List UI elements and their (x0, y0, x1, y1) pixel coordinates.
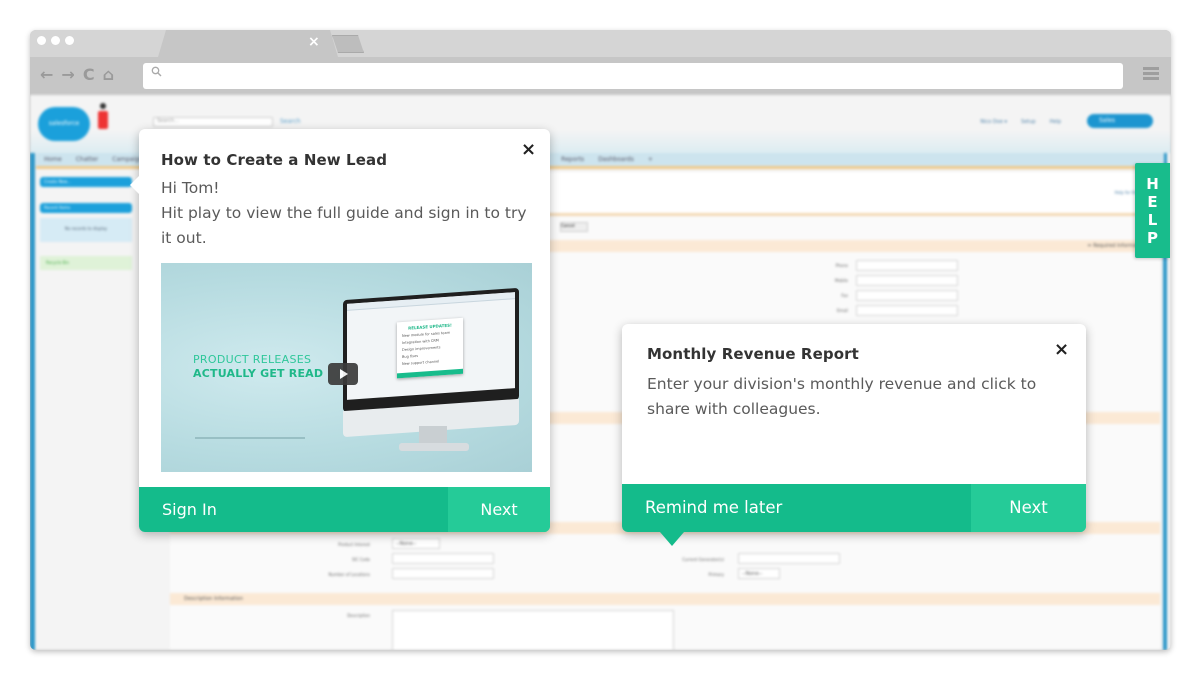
primary-select[interactable]: --None-- (738, 568, 780, 579)
sic-code-input[interactable] (392, 553, 494, 564)
tooltip-body: Hi Tom! Hit play to view the full guide … (161, 176, 531, 251)
field-label: Email (836, 308, 848, 313)
monitor-screen: RELEASE UPDATES! New module for sales te… (347, 292, 515, 400)
frame-border-left (30, 153, 35, 650)
product-interest-select[interactable]: --None-- (392, 538, 440, 549)
app-sidebar: Create New... Recent Items No records to… (36, 172, 136, 284)
app-search-button[interactable]: Search (280, 118, 301, 125)
nav-tab[interactable]: Home (44, 153, 62, 166)
tab-close-icon[interactable]: × (308, 34, 320, 50)
release-updates-popup: RELEASE UPDATES! New module for sales te… (397, 317, 463, 379)
play-icon[interactable] (328, 363, 358, 385)
home-icon[interactable]: ⌂ (103, 65, 114, 84)
remind-later-button[interactable]: Remind me later (622, 484, 971, 532)
minimize-window-dot[interactable] (51, 36, 60, 45)
guide-tooltip-new-lead: How to Create a New Lead × Hi Tom! Hit p… (130, 129, 550, 532)
field-label: Number of Locations (328, 572, 370, 577)
salesforce-logo: salesforce (38, 107, 90, 141)
back-arrow-icon[interactable]: ← (40, 65, 53, 84)
browser-toolbar: ← → C ⌂ (30, 57, 1171, 95)
next-button[interactable]: Next (971, 484, 1086, 532)
tab-bar: × (30, 30, 1171, 57)
mascot-icon (96, 103, 110, 133)
description-band: Description Information (170, 593, 1160, 605)
monitor-base (399, 443, 469, 451)
phone-input[interactable] (856, 260, 958, 271)
locations-input[interactable] (392, 568, 494, 579)
tooltip-title: How to Create a New Lead (161, 151, 388, 169)
sign-in-button[interactable]: Sign In (139, 487, 448, 532)
help-letter: E (1147, 192, 1158, 211)
app-switcher[interactable]: Sales (1087, 114, 1153, 128)
forward-arrow-icon[interactable]: → (61, 65, 74, 84)
user-links: Nico Doe ▾ Setup Help (980, 119, 1061, 125)
recent-items-header: Recent Items (40, 203, 132, 213)
tooltip-body: Enter your division's monthly revenue an… (647, 375, 1037, 418)
description-textarea[interactable] (392, 610, 674, 650)
close-window-dot[interactable] (37, 36, 46, 45)
app-search-input[interactable]: Search... (153, 117, 273, 127)
cancel-button[interactable]: Cancel (560, 222, 588, 232)
popup-item: New support channel (402, 359, 440, 367)
field-label: Product Interest (338, 542, 370, 547)
user-menu-link[interactable]: Nico Doe ▾ (980, 119, 1007, 125)
video-decor-line (195, 437, 305, 439)
tooltip-description: Hit play to view the full guide and sign… (161, 204, 527, 247)
monitor-illustration: RELEASE UPDATES! New module for sales te… (343, 287, 519, 413)
tooltip-title: Monthly Revenue Report (647, 345, 859, 363)
recycle-bin-link[interactable]: Recycle Bin (40, 256, 132, 270)
tooltip-footer: Remind me later Next (622, 484, 1086, 532)
mobile-input[interactable] (856, 275, 958, 286)
email-input[interactable] (856, 305, 958, 316)
hamburger-menu-icon[interactable] (1143, 67, 1159, 82)
video-thumbnail[interactable]: PRODUCT RELEASES ACTUALLY GET READ RELEA… (161, 263, 532, 472)
next-button[interactable]: Next (448, 487, 550, 532)
window-controls (37, 36, 74, 45)
setup-link[interactable]: Setup (1021, 119, 1036, 125)
close-icon[interactable]: × (521, 141, 536, 159)
field-label: SIC Code (351, 557, 370, 562)
maximize-window-dot[interactable] (65, 36, 74, 45)
help-tab[interactable]: H E L P (1135, 163, 1170, 258)
field-label: Fax (841, 293, 848, 298)
nav-tab[interactable]: Chatter (76, 153, 99, 166)
tooltip-footer: Sign In Next (139, 487, 550, 532)
nav-tab[interactable]: Dashboards (598, 153, 634, 166)
tooltip-greeting: Hi Tom! (161, 179, 220, 197)
reload-icon[interactable]: C (83, 65, 95, 84)
field-label: Mobile (834, 278, 848, 283)
field-label: Description (347, 613, 370, 618)
help-letter: P (1147, 228, 1158, 247)
new-tab-button[interactable] (332, 35, 364, 53)
fax-input[interactable] (856, 290, 958, 301)
help-letter: L (1147, 210, 1158, 229)
create-new-button[interactable]: Create New... (40, 177, 132, 187)
help-letter: H (1146, 174, 1159, 193)
video-headline-bold: ACTUALLY GET READ (193, 367, 324, 380)
address-bar[interactable] (143, 63, 1123, 89)
current-generator-input[interactable] (738, 553, 840, 564)
recent-items-empty: No records to display (40, 218, 132, 242)
video-headline: PRODUCT RELEASES (193, 353, 312, 366)
tooltip-pointer (660, 532, 684, 546)
close-icon[interactable]: × (1054, 341, 1069, 359)
nav-tab-add[interactable]: + (648, 153, 653, 166)
tooltip-pointer (130, 176, 139, 194)
guide-tooltip-revenue: Monthly Revenue Report × Enter your divi… (622, 324, 1086, 546)
nav-tab[interactable]: Reports (561, 153, 584, 166)
search-icon (151, 66, 162, 81)
help-link[interactable]: Help (1050, 119, 1061, 125)
field-label: Current Generator(s) (682, 557, 724, 562)
field-label: Primary (708, 572, 724, 577)
field-label: Phone (835, 263, 848, 268)
